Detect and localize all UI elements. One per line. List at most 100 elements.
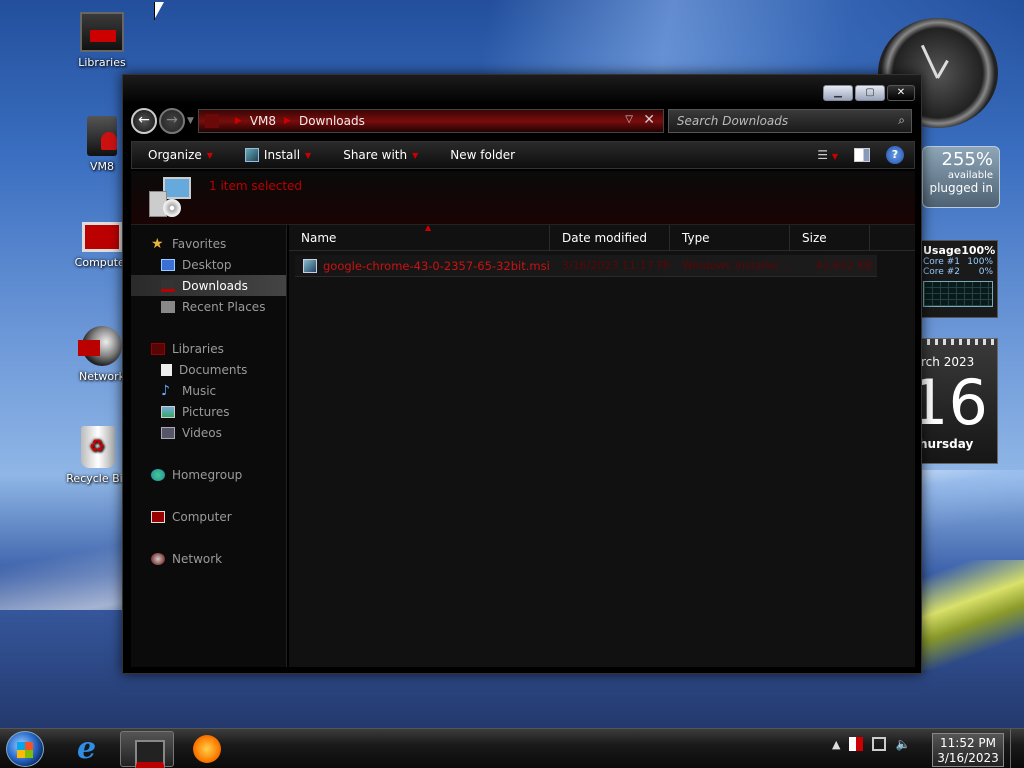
- back-button[interactable]: ←: [131, 108, 157, 134]
- battery-power: plugged in: [929, 181, 993, 195]
- desktop-icon-label: Libraries: [78, 56, 126, 69]
- cpu-meter-gadget[interactable]: Usage 100% Core #1 100% Core #2 0%: [918, 240, 998, 318]
- recent-pages-dropdown[interactable]: ▼: [187, 116, 194, 126]
- column-headers: ▲ Name Date modified Type Size: [289, 224, 915, 251]
- nav-music[interactable]: ♪ Music: [131, 380, 286, 401]
- breadcrumb-chevron-icon[interactable]: ▶: [284, 116, 291, 126]
- minimize-button[interactable]: ▁: [823, 85, 853, 101]
- desktop-icon-recycle-bin[interactable]: Recycle Bin: [66, 426, 130, 485]
- nav-videos[interactable]: Videos: [131, 422, 286, 443]
- cpu-core-value: 0%: [978, 267, 993, 277]
- installer-package-icon: [149, 177, 191, 219]
- nav-desktop[interactable]: Desktop: [131, 254, 286, 275]
- explorer-window[interactable]: ▁ ▢ ✕ ← → ▼ ▶ VM8 ▶ Downloads ▽ ✕ Search…: [122, 74, 922, 674]
- nav-label: Pictures: [182, 404, 230, 419]
- calendar-gadget[interactable]: rch 2023 16 hursday: [918, 338, 998, 464]
- command-bar: Organize ▼ Install ▼ Share with ▼ New fo…: [131, 141, 915, 169]
- network-tray-icon[interactable]: [872, 737, 887, 751]
- refresh-x-icon[interactable]: ✕: [643, 112, 655, 128]
- libraries-icon: [151, 342, 165, 355]
- column-type[interactable]: Type: [670, 224, 790, 251]
- address-bar[interactable]: ▶ VM8 ▶ Downloads ▽ ✕: [197, 109, 664, 133]
- file-list[interactable]: ▲ Name Date modified Type Size google-ch…: [289, 224, 915, 667]
- search-input[interactable]: Search Downloads ⌕: [667, 109, 912, 133]
- help-icon[interactable]: ?: [886, 146, 904, 164]
- libraries-icon: [80, 12, 124, 52]
- nav-pictures[interactable]: Pictures: [131, 401, 286, 422]
- new-folder-label: New folder: [450, 148, 516, 162]
- address-dropdown-icon[interactable]: ▽: [625, 114, 633, 125]
- installer-icon: [244, 148, 259, 162]
- nav-computer[interactable]: Computer: [131, 506, 286, 527]
- user-folder-icon: [87, 116, 117, 156]
- desktop-icon: [161, 258, 175, 271]
- nav-label: Network: [172, 551, 223, 566]
- documents-icon: [161, 363, 172, 376]
- clock-hand-hour: [936, 59, 949, 79]
- volume-muted-icon[interactable]: 🔈: [895, 737, 910, 751]
- nav-label: Homegroup: [172, 467, 243, 482]
- cpu-title: Usage: [923, 244, 962, 257]
- battery-gadget[interactable]: 255% available plugged in: [922, 146, 1000, 208]
- clock-hand-minute: [920, 44, 939, 79]
- column-size[interactable]: Size: [790, 224, 870, 251]
- action-center-flag-icon[interactable]: [849, 737, 864, 751]
- breadcrumb-vm8[interactable]: VM8: [250, 114, 276, 128]
- search-placeholder: Search Downloads: [676, 114, 789, 128]
- chevron-down-icon: ▼: [412, 150, 419, 160]
- chevron-down-icon: ▼: [305, 150, 312, 160]
- new-folder-button[interactable]: New folder: [434, 148, 531, 162]
- media-player-taskbar-button[interactable]: [180, 731, 234, 767]
- nav-label: Computer: [172, 509, 232, 524]
- clock-date: 3/16/2023: [937, 751, 999, 765]
- breadcrumb-chevron-icon[interactable]: ▶: [235, 116, 242, 126]
- nav-label: Desktop: [182, 257, 232, 272]
- nav-label: Favorites: [172, 236, 227, 251]
- nav-documents[interactable]: Documents: [131, 359, 286, 380]
- show-hidden-icons-icon[interactable]: ▲: [832, 738, 840, 751]
- nav-recent-places[interactable]: Recent Places: [131, 296, 286, 317]
- view-options-icon[interactable]: ☰ ▼: [817, 148, 838, 162]
- navigation-pane: ★ Favorites Desktop Downloads Recent Plac…: [131, 225, 287, 667]
- show-desktop-button[interactable]: [1010, 729, 1024, 768]
- maximize-button[interactable]: ▢: [855, 85, 885, 101]
- breadcrumb-downloads[interactable]: Downloads: [299, 114, 365, 128]
- forward-button[interactable]: →: [159, 108, 185, 134]
- internet-explorer-taskbar-button[interactable]: [62, 731, 116, 767]
- nav-downloads[interactable]: Downloads: [131, 275, 286, 296]
- start-button[interactable]: [6, 731, 44, 767]
- install-button[interactable]: Install ▼: [229, 148, 327, 162]
- cpu-core-name: Core #1: [923, 257, 960, 267]
- file-row[interactable]: google-chrome-43-0-2357-65-32bit.msi 3/1…: [295, 255, 877, 277]
- column-date-modified[interactable]: Date modified: [550, 224, 670, 251]
- pictures-icon: [161, 405, 175, 418]
- nav-label: Recent Places: [182, 299, 266, 314]
- cpu-core-name: Core #2: [923, 267, 960, 277]
- calendar-weekday: hursday: [919, 437, 974, 451]
- window-titlebar[interactable]: ▁ ▢ ✕: [123, 75, 921, 105]
- taskbar-clock[interactable]: 11:52 PM 3/16/2023: [932, 733, 1004, 767]
- desktop-icon-libraries[interactable]: Libraries: [70, 12, 134, 69]
- music-icon: ♪: [161, 382, 170, 399]
- desktop-icon-label: Recycle Bin: [66, 472, 130, 485]
- recycle-bin-icon: [81, 426, 115, 468]
- nav-network[interactable]: Network: [131, 548, 286, 569]
- search-icon[interactable]: ⌕: [898, 113, 905, 128]
- network-icon: [151, 552, 165, 565]
- file-name: google-chrome-43-0-2357-65-32bit.msi: [323, 258, 550, 273]
- preview-pane-icon[interactable]: [854, 148, 870, 162]
- nav-homegroup[interactable]: Homegroup: [131, 464, 286, 485]
- share-with-button[interactable]: Share with ▼: [327, 148, 434, 162]
- file-type: Windows Installer ...: [682, 259, 790, 272]
- nav-label: Downloads: [182, 278, 248, 293]
- nav-favorites[interactable]: ★ Favorites: [131, 233, 286, 254]
- close-button[interactable]: ✕: [887, 85, 915, 101]
- organize-button[interactable]: Organize ▼: [132, 148, 229, 162]
- star-icon: ★: [151, 235, 164, 252]
- computer-icon: [151, 510, 165, 523]
- nav-libraries[interactable]: Libraries: [131, 338, 286, 359]
- explorer-taskbar-button[interactable]: [120, 731, 174, 768]
- nav-label: Libraries: [172, 341, 224, 356]
- column-name[interactable]: Name: [289, 224, 550, 251]
- network-icon: [78, 326, 122, 366]
